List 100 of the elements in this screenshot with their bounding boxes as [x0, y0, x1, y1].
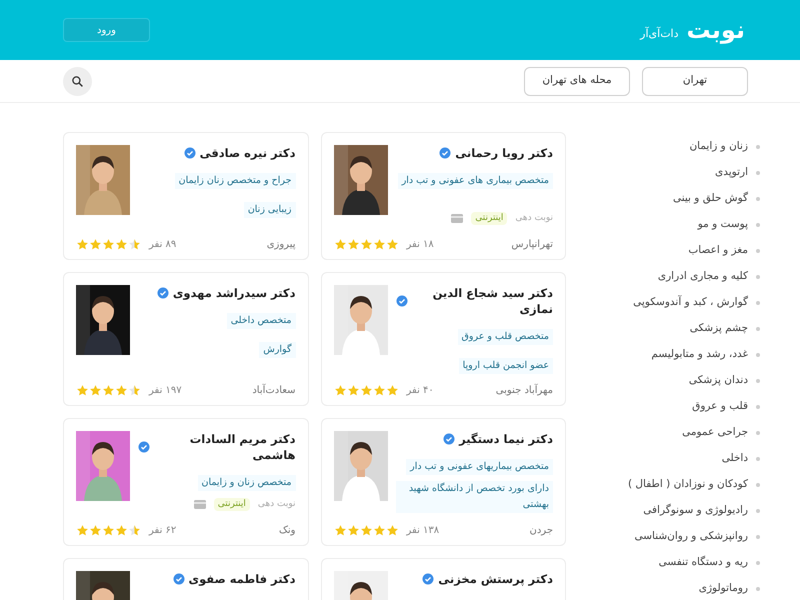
star-icon — [89, 524, 102, 536]
star-icon — [386, 384, 398, 396]
doctor-name[interactable]: دکتر پرستش مخزنی — [438, 571, 553, 587]
star-icon — [115, 238, 128, 250]
location-filter-button[interactable]: محله های تهران — [524, 66, 630, 96]
doctor-card[interactable]: دکتر مریم السادات هاشمی متخصص زنان و زایمان نوبت دهی اینترنتی ونک ۶۲ نفر — [63, 418, 308, 546]
star-icon — [346, 238, 360, 250]
bullet-icon — [756, 327, 760, 331]
bullet-icon — [756, 535, 760, 539]
specialty-link[interactable]: پوست و مو — [698, 217, 748, 233]
star-icon — [386, 524, 398, 536]
doctor-name[interactable]: دکتر نیره صادقی — [200, 145, 296, 161]
area-label: پیروزی — [266, 238, 296, 252]
specialty-label: متخصص داخلی — [226, 313, 296, 329]
specialty-link[interactable]: گوش حلق و بینی — [672, 191, 748, 207]
review-count: ۱۸ نفر — [406, 238, 434, 252]
booking-label: نوبت دهی — [515, 212, 553, 224]
bullet-icon — [756, 249, 760, 253]
review-count: ۱۹۷ نفر — [149, 384, 182, 398]
specialty-link[interactable]: روانپزشکی و روان‌شناسی — [634, 529, 748, 545]
star-icon — [360, 384, 372, 396]
review-count: ۴۰ نفر — [406, 384, 434, 398]
specialty-link[interactable]: مغز و اعصاب — [688, 243, 748, 259]
star-icon — [115, 524, 128, 536]
doctor-card[interactable]: دکتر نیما دستگیر متخصص بیماریهای عفونی و تب دار دارای بورد تخصص از دانشگاه شهید بهشتی جردن ۱۳۸ نفر — [320, 418, 566, 546]
bullet-icon — [756, 301, 760, 305]
bullet-icon — [756, 145, 760, 149]
specialty-label: متخصص قلب و عروق — [458, 329, 553, 345]
doctor-card[interactable]: دکتر رویا رحمانی متخصص بیماری های عفونی و تب دار نوبت دهی اینترنتی تهرانپارس ۱۸ نفر — [320, 132, 566, 260]
doctor-card[interactable]: دکتر سیدراشد مهدوی متخصص داخلی گوارش سعادت‌آباد ۱۹۷ نفر — [63, 272, 308, 406]
online-badge: اینترنتی — [214, 498, 250, 511]
bullet-icon — [756, 405, 760, 409]
doctor-name[interactable]: دکتر رویا رحمانی — [455, 145, 553, 161]
star-icon — [102, 384, 115, 396]
card-icon — [451, 214, 464, 223]
doctor-name[interactable]: دکتر فاطمه صفوی — [188, 571, 296, 587]
bullet-icon — [756, 275, 760, 279]
star-icon — [102, 238, 115, 250]
doctor-card[interactable]: دکتر نیره صادقی جراح و متخصص زنان زایمان زیبایی زنان پیروزی ۸۹ نفر — [63, 132, 308, 260]
specialty-label: متخصص بیماری های عفونی و تب دار — [398, 173, 553, 189]
area-label: سعادت‌آباد — [252, 382, 296, 398]
specialty-link[interactable]: غدد، رشد و متابولیسم — [651, 347, 748, 363]
review-count: ۶۲ نفر — [149, 524, 176, 538]
doctor-name[interactable]: دکتر سید شجاع الدین نمازی — [412, 285, 553, 317]
area-label: جردن — [530, 524, 553, 538]
specialty-label: گوارش — [259, 342, 296, 358]
doctor-card[interactable]: دکتر پرستش مخزنی — [320, 558, 566, 600]
star-icon — [128, 384, 141, 396]
specialty-label: زیبایی زنان — [244, 202, 296, 218]
specialty-label: متخصص بیماریهای عفونی و تب دار — [406, 459, 553, 475]
specialty-link[interactable]: کلیه و مجاری ادراری — [658, 269, 748, 285]
bullet-icon — [756, 483, 760, 487]
specialty-link[interactable]: دندان پزشکی — [688, 373, 748, 389]
review-count: ۸۹ نفر — [149, 238, 176, 252]
specialty-link[interactable]: گوارش ، کبد و آندوسکوپی — [633, 295, 748, 311]
bullet-icon — [756, 171, 760, 175]
doctor-card[interactable]: دکتر سید شجاع الدین نمازی متخصص قلب و عروق عضو انجمن قلب اروپا مهرآباد جنوبی ۴۰ نفر — [320, 272, 566, 406]
specialty-link[interactable]: روماتولوژی — [698, 581, 748, 597]
specialty-link[interactable]: داخلی — [722, 451, 748, 467]
search-button[interactable] — [63, 66, 92, 96]
star-icon — [89, 238, 102, 250]
specialty-link[interactable]: ارتوپدی — [715, 165, 748, 181]
bullet-icon — [756, 509, 760, 513]
specialty-link[interactable]: جراحی عمومی — [682, 425, 748, 441]
card-icon — [194, 500, 206, 509]
area-label: مهرآباد جنوبی — [496, 382, 553, 398]
doctor-name[interactable]: دکتر نیما دستگیر — [459, 431, 553, 447]
star-icon — [360, 238, 372, 250]
doctor-card[interactable]: دکتر فاطمه صفوی — [63, 558, 308, 600]
specialty-label: متخصص زنان و زایمان — [198, 475, 296, 491]
area-label: تهرانپارس — [511, 238, 553, 252]
specialty-link[interactable]: قلب و عروق — [692, 399, 748, 415]
star-icon — [128, 524, 141, 536]
review-count: ۱۳۸ نفر — [406, 524, 440, 538]
star-icon — [346, 384, 360, 396]
bullet-icon — [756, 431, 760, 435]
specialty-link[interactable]: چشم پزشکی — [690, 321, 748, 337]
booking-label: نوبت دهی — [258, 498, 296, 510]
specialty-link[interactable]: ریه و دستگاه تنفسی — [658, 555, 748, 571]
star-icon — [128, 238, 141, 250]
doctor-name[interactable]: دکتر سیدراشد مهدوی — [172, 285, 296, 301]
star-icon — [89, 384, 102, 396]
logo-suffix: دات‌آی‌آر — [640, 26, 679, 42]
search-icon — [71, 74, 84, 88]
bullet-icon — [756, 587, 760, 591]
star-icon — [360, 524, 372, 536]
online-badge: اینترنتی — [471, 212, 508, 225]
specialty-link[interactable]: کودکان و نوزادان ( اطفال ) — [628, 477, 748, 493]
specialty-link[interactable]: زنان و زایمان — [689, 139, 748, 155]
doctor-name[interactable]: دکتر مریم السادات هاشمی — [154, 431, 296, 463]
bullet-icon — [756, 223, 760, 227]
star-icon — [76, 238, 89, 250]
star-icon — [102, 524, 115, 536]
star-icon — [334, 238, 346, 250]
specialty-label: دارای بورد تخصص از دانشگاه شهید بهشتی — [396, 481, 553, 513]
specialty-link[interactable]: رادیولوژی و سونوگرافی — [643, 503, 748, 519]
bullet-icon — [756, 561, 760, 565]
bullet-icon — [756, 353, 760, 357]
star-icon — [76, 384, 89, 396]
location-filter-button[interactable]: تهران — [642, 66, 748, 96]
